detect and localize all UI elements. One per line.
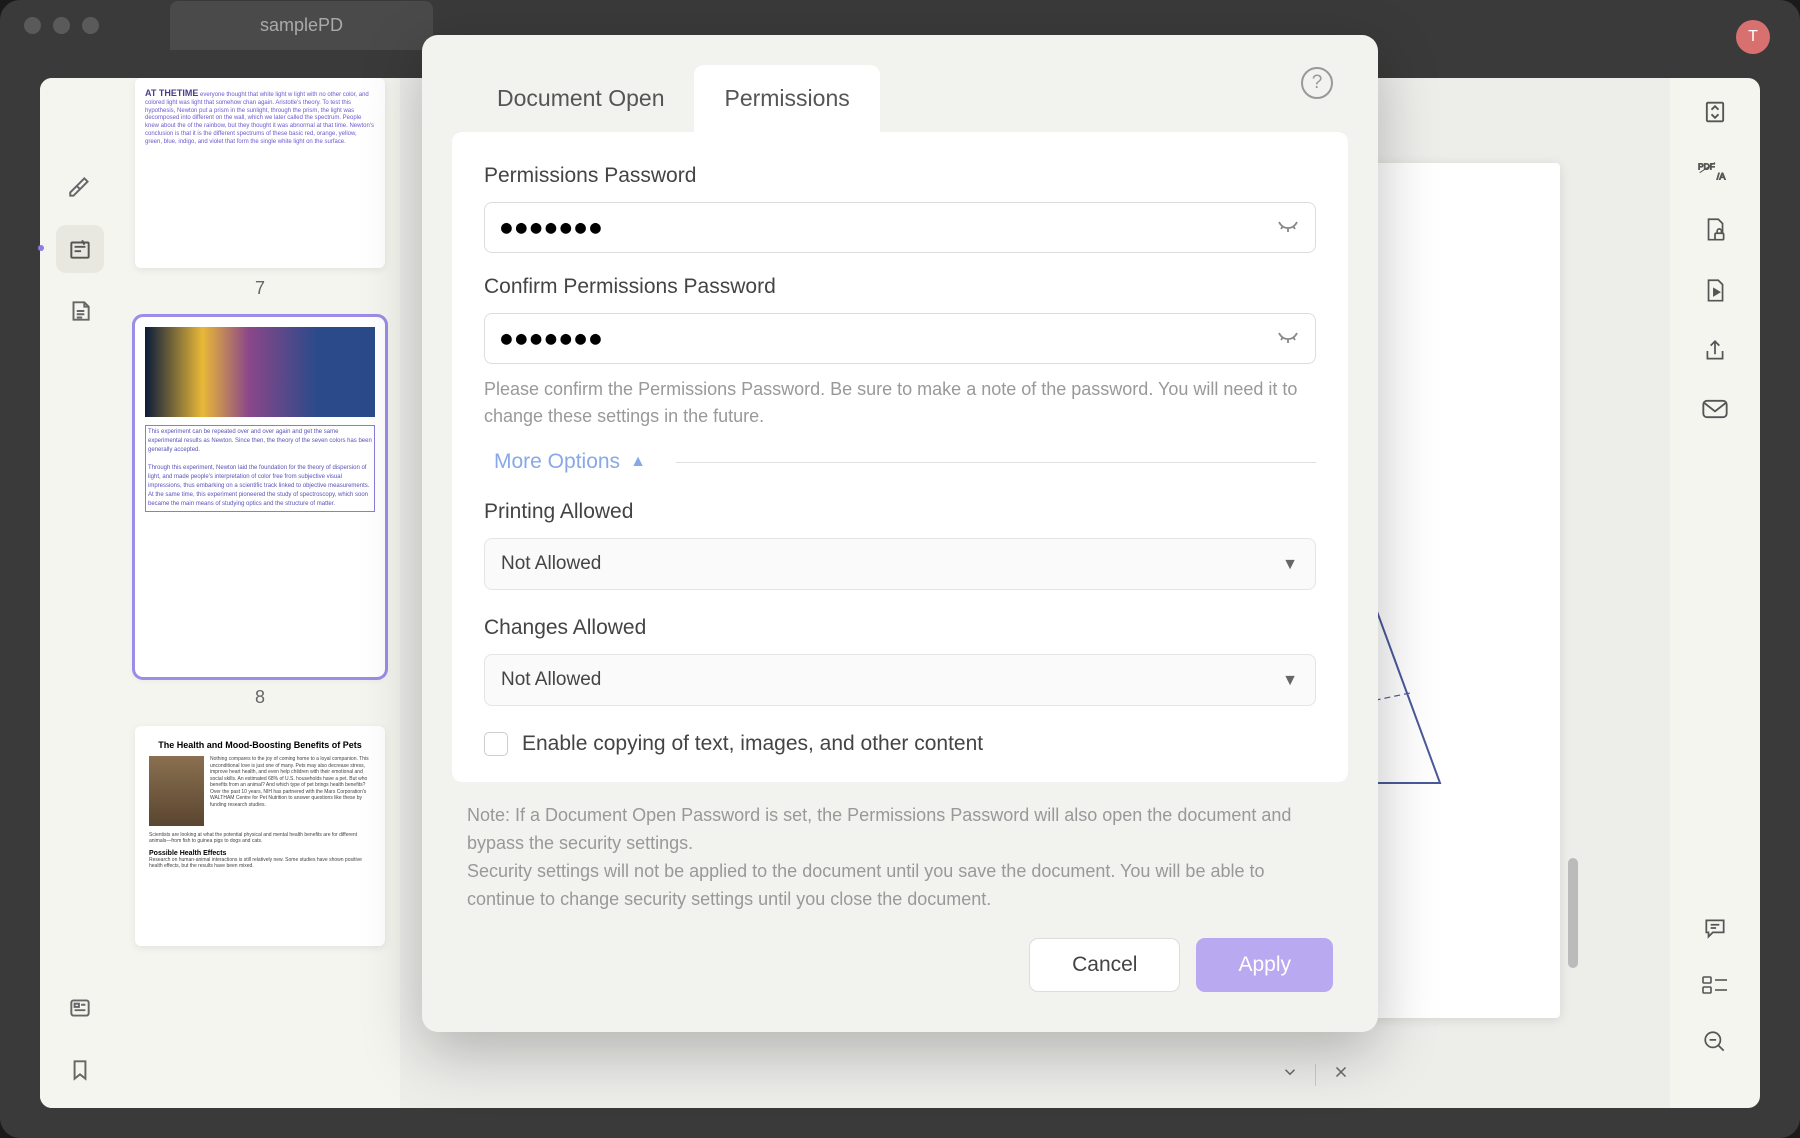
tab-document-open[interactable]: Document Open	[467, 65, 694, 132]
confirm-permissions-password-label: Confirm Permissions Password	[484, 275, 1316, 299]
changes-allowed-label: Changes Allowed	[484, 616, 1316, 640]
modal-panel: Permissions Password Confirm Permissions…	[452, 132, 1348, 782]
eye-icon[interactable]	[1276, 214, 1300, 241]
enable-copying-label: Enable copying of text, images, and othe…	[522, 732, 983, 756]
divider	[676, 462, 1316, 463]
permissions-modal: Document Open Permissions ? Permissions …	[422, 35, 1378, 1032]
eye-icon[interactable]	[1276, 325, 1300, 352]
printing-allowed-label: Printing Allowed	[484, 500, 1316, 524]
arrow-up-icon: ▲	[630, 453, 646, 471]
apply-button[interactable]: Apply	[1196, 938, 1333, 992]
modal-buttons: Cancel Apply	[422, 938, 1378, 1032]
more-options-row: More Options ▲	[494, 450, 1316, 474]
modal-backdrop: Document Open Permissions ? Permissions …	[0, 0, 1800, 1138]
permissions-password-input[interactable]	[484, 202, 1316, 253]
more-options-link[interactable]: More Options	[494, 450, 620, 474]
modal-note: Note: If a Document Open Password is set…	[422, 802, 1378, 938]
help-icon[interactable]: ?	[1301, 67, 1333, 99]
enable-copying-row: Enable copying of text, images, and othe…	[484, 732, 1316, 756]
cancel-button[interactable]: Cancel	[1029, 938, 1180, 992]
enable-copying-checkbox[interactable]	[484, 732, 508, 756]
note-2: Security settings will not be applied to…	[467, 858, 1333, 914]
permissions-password-label: Permissions Password	[484, 164, 1316, 188]
changes-allowed-select[interactable]: Not Allowed	[484, 654, 1316, 706]
tab-permissions[interactable]: Permissions	[694, 65, 879, 132]
modal-tabs: Document Open Permissions ?	[422, 35, 1378, 132]
printing-allowed-select[interactable]: Not Allowed	[484, 538, 1316, 590]
confirm-permissions-password-input[interactable]	[484, 313, 1316, 364]
confirm-hint: Please confirm the Permissions Password.…	[484, 376, 1316, 430]
note-1: Note: If a Document Open Password is set…	[467, 802, 1333, 858]
